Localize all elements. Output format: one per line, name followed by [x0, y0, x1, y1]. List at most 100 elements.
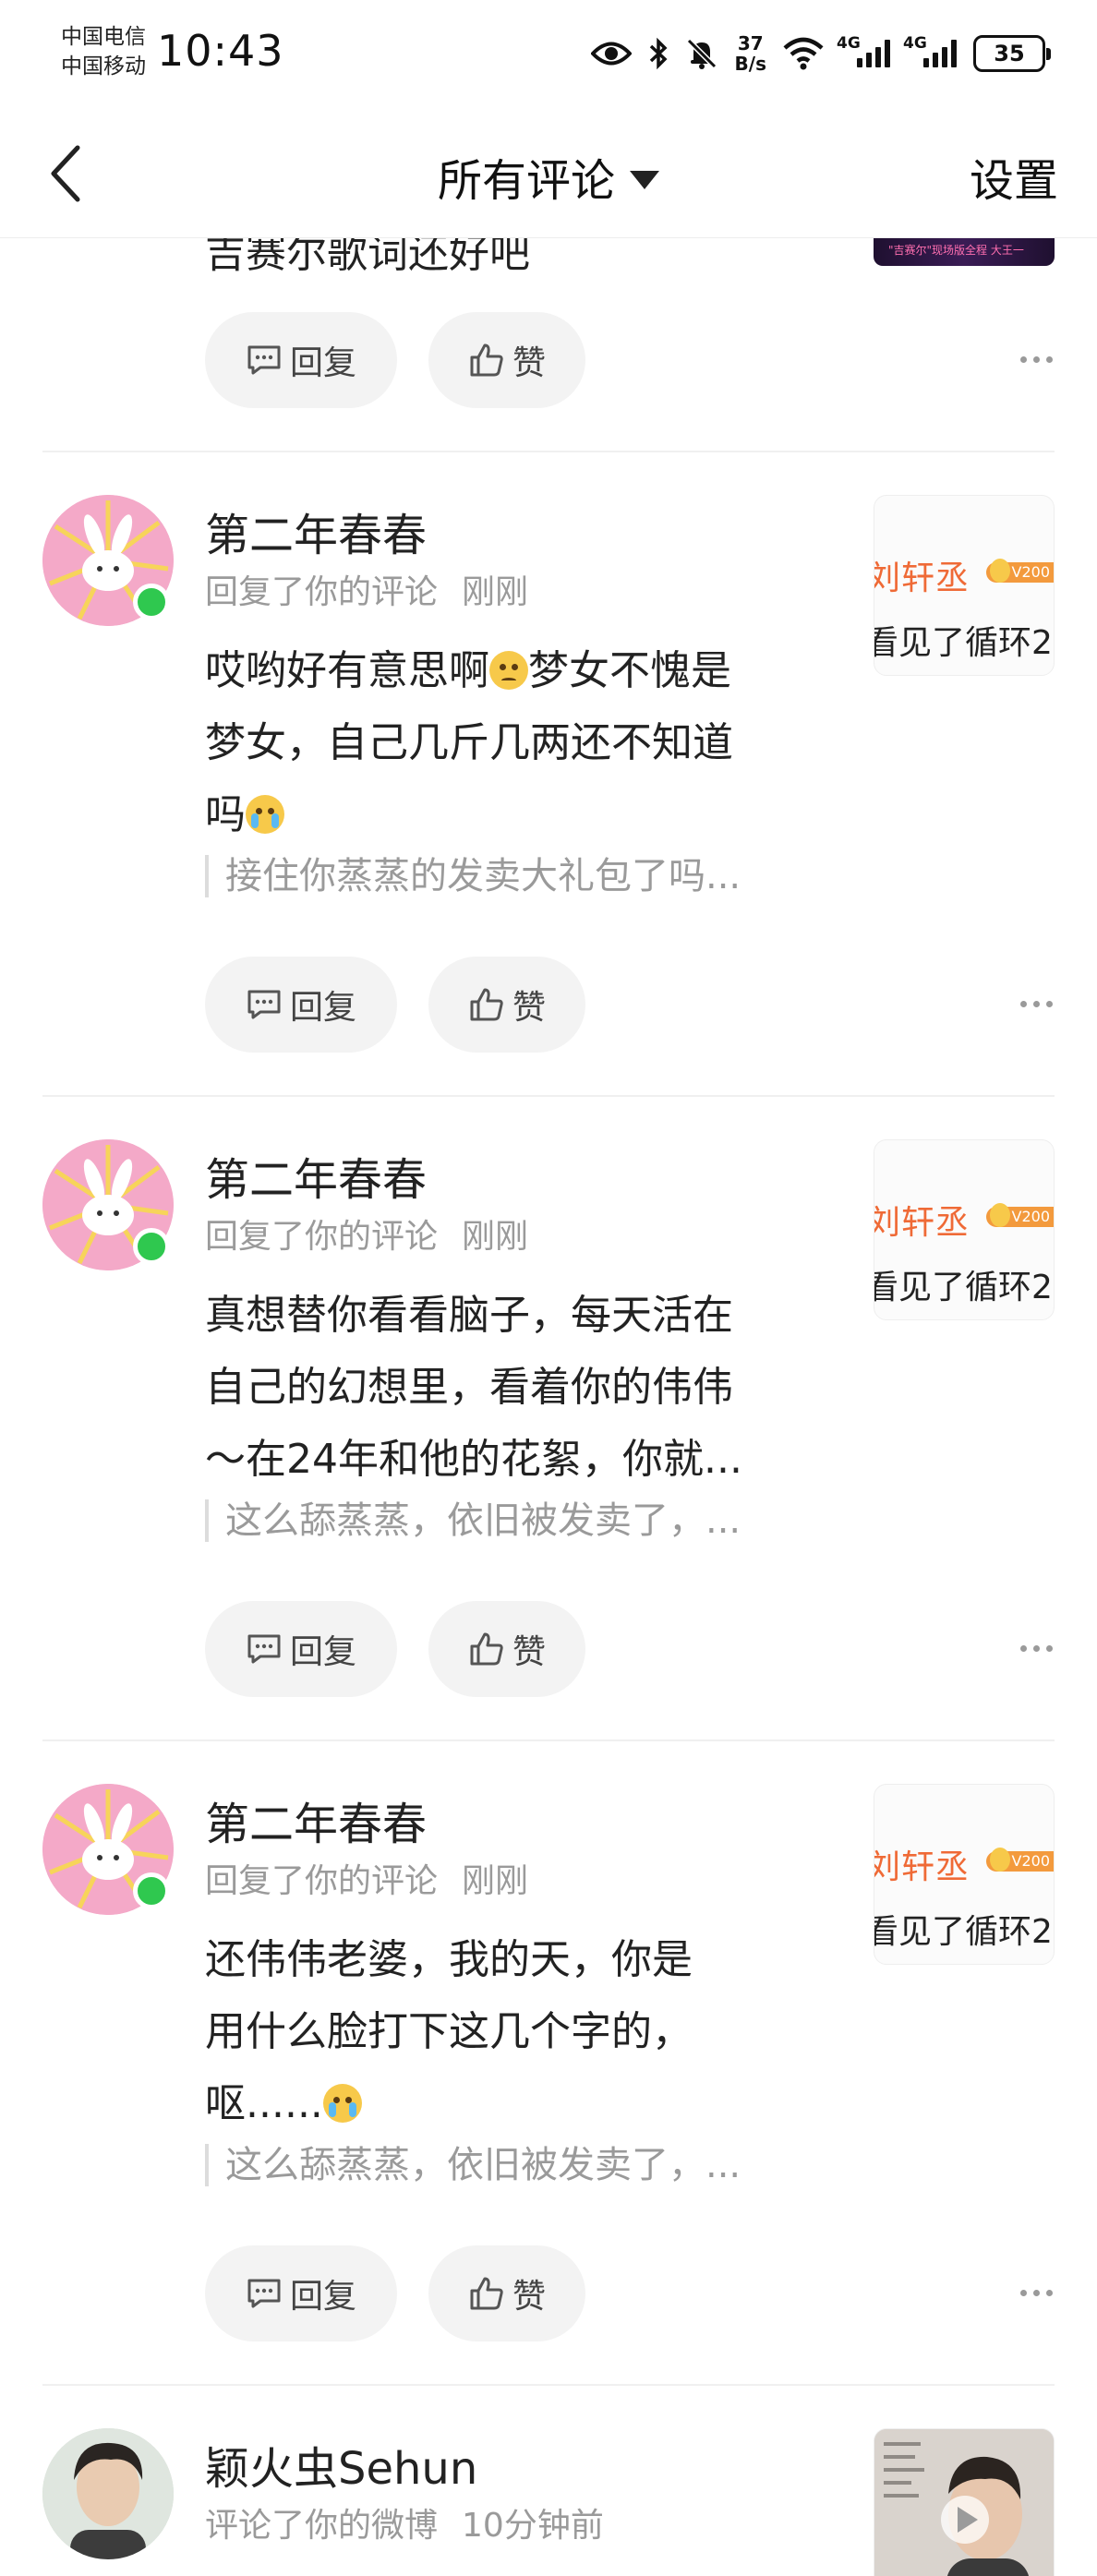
notification-list: 吉赛尔歌词还好吧 "吉赛尔"现场版全程 大王一 回复 赞 第二年春春 回复了你的…: [0, 238, 1097, 2576]
reply-button[interactable]: 回复: [205, 2245, 397, 2341]
comment-body[interactable]: 还伟伟老婆，我的天，你是 用什么脸打下这几个字的， 呕......: [205, 1924, 814, 2140]
divider: [42, 2384, 1055, 2386]
comment-text: 梦女，自己几斤几两还不知道: [205, 719, 733, 766]
reply-button[interactable]: 回复: [205, 957, 397, 1053]
thumb-text: 看见了循环2: [874, 1269, 1053, 1306]
action-text: 回复了你的评论: [205, 1862, 439, 1900]
filter-dropdown[interactable]: 所有评论: [0, 144, 1097, 209]
like-button[interactable]: 赞: [428, 312, 585, 408]
username[interactable]: 颖火虫Sehun: [205, 2432, 477, 2497]
reply-label: 回复: [289, 989, 356, 1027]
battery-level: 35: [994, 41, 1025, 66]
thumb-badge: V200: [985, 559, 1054, 583]
thumb-text: 看见了循环2: [874, 1913, 1053, 1951]
like-button[interactable]: 赞: [428, 2245, 585, 2341]
notification-meta: 回复了你的评论 刚刚: [205, 565, 528, 613]
username[interactable]: 第二年春春: [205, 499, 427, 563]
timestamp: 刚刚: [462, 573, 529, 611]
net-speed-value: 37: [737, 32, 764, 54]
reply-button[interactable]: 回复: [205, 312, 397, 408]
comment-text: 还伟伟老婆，我的天，你是: [205, 1936, 693, 1983]
action-text: 回复了你的评论: [205, 1218, 439, 1256]
timestamp: 刚刚: [462, 1862, 529, 1900]
reply-label: 回复: [289, 344, 356, 382]
thumb-text: 刘轩丞: [874, 560, 970, 597]
avatar[interactable]: [42, 2428, 174, 2559]
timestamp: 10分钟前: [462, 2507, 604, 2545]
comment-text: 梦女不愧是: [528, 647, 731, 694]
like-button[interactable]: 赞: [428, 957, 585, 1053]
like-label: 赞: [512, 2278, 546, 2316]
online-status-dot: [133, 1228, 170, 1265]
thumb-badge: V200: [985, 1848, 1054, 1872]
status-bar: 中国电信 中国移动 10:43 37 B/s 4G 4G 35: [0, 0, 1097, 111]
sim1-type: 4G: [837, 34, 861, 53]
online-status-dot: [133, 584, 170, 620]
comment-icon: [247, 2279, 281, 2308]
partial-thumbnail[interactable]: "吉赛尔"现场版全程 大王一: [874, 238, 1055, 266]
comment-text: 真想替你看看脑子，每天活在: [205, 1292, 733, 1339]
comment-text: 呕......: [205, 2080, 323, 2127]
carrier-2: 中国移动: [61, 54, 146, 78]
more-options-button[interactable]: [1008, 1634, 1064, 1662]
more-options-button[interactable]: [1008, 345, 1064, 373]
post-thumbnail[interactable]: 刘轩丞 V200 看见了循环2: [874, 1784, 1055, 1965]
thumbs-up-icon: [470, 343, 503, 377]
comment-text: 用什么脸打下这几个字的，: [205, 2008, 693, 2055]
battery-icon: 35: [973, 35, 1051, 72]
comment-body[interactable]: 真想替你看看脑子，每天活在 自己的幻想里，看着你的伟伟 ～在24年和他的花絮，你…: [205, 1280, 814, 1496]
quoted-comment[interactable]: 接住你蒸蒸的发卖大礼包了吗...: [205, 855, 851, 897]
status-icons: 37 B/s 4G 4G 35: [590, 28, 1051, 79]
eye-icon: [590, 40, 632, 67]
reply-label: 回复: [289, 2278, 356, 2316]
thumb-text: 看见了循环2: [874, 624, 1053, 662]
settings-button[interactable]: 设置: [970, 144, 1058, 209]
comment-text: 哎哟好有意思啊: [205, 647, 489, 694]
more-options-button[interactable]: [1008, 990, 1064, 1017]
action-text: 回复了你的评论: [205, 573, 439, 611]
timestamp: 刚刚: [462, 1218, 529, 1256]
username[interactable]: 第二年春春: [205, 1143, 427, 1208]
post-thumbnail[interactable]: 刘轩丞 V200 看见了循环2: [874, 495, 1055, 676]
crying-emoji-icon: [322, 2084, 362, 2123]
signal-sim2-icon: 4G: [903, 34, 957, 67]
quoted-comment[interactable]: 这么舔蒸蒸，依旧被发卖了，...: [205, 2144, 851, 2186]
divider: [42, 1739, 1055, 1741]
nervous-emoji-icon: [489, 651, 528, 690]
carrier-names: 中国电信 中国移动: [61, 22, 146, 81]
video-frame: [874, 2429, 1054, 2576]
post-thumbnail[interactable]: 刘轩丞 V200 看见了循环2: [874, 1139, 1055, 1320]
thumbs-up-icon: [470, 988, 503, 1021]
notification-meta: 回复了你的评论 刚刚: [205, 1854, 528, 1902]
notification-item[interactable]: 第二年春春 回复了你的评论 刚刚 哎哟好有意思啊 梦女不愧是 梦女，自己几斤几两还不…: [0, 495, 1097, 897]
like-label: 赞: [512, 344, 546, 382]
wifi-icon: [783, 37, 824, 70]
notification-item[interactable]: 第二年春春 回复了你的评论 刚刚 真想替你看看脑子，每天活在 自己的幻想里，看着你…: [0, 1139, 1097, 1542]
action-text: 评论了你的微博: [205, 2507, 439, 2545]
notification-item[interactable]: 颖火虫Sehun 评论了你的微博 10分钟前: [0, 2428, 1097, 2576]
divider: [42, 451, 1055, 452]
quoted-comment[interactable]: 这么舔蒸蒸，依旧被发卖了，...: [205, 1499, 851, 1542]
thumbs-up-icon: [470, 2277, 503, 2310]
action-row: 回复 赞: [205, 312, 1064, 408]
video-thumbnail[interactable]: [874, 2428, 1055, 2576]
clock: 10:43: [157, 26, 284, 76]
online-status-dot: [133, 1872, 170, 1909]
username[interactable]: 第二年春春: [205, 1788, 427, 1852]
comment-text: 自己的幻想里，看着你的伟伟: [205, 1364, 733, 1411]
more-options-button[interactable]: [1008, 2279, 1064, 2306]
bluetooth-icon: [648, 37, 669, 70]
thumb-badge: V200: [985, 1203, 1054, 1227]
net-speed-unit: B/s: [734, 53, 766, 75]
like-button[interactable]: 赞: [428, 1601, 585, 1697]
comment-body[interactable]: 哎哟好有意思啊 梦女不愧是 梦女，自己几斤几两还不知道 吗: [205, 635, 814, 851]
comment-icon: [247, 990, 281, 1019]
comment-text: 吗: [205, 791, 246, 838]
notification-meta: 评论了你的微博 10分钟前: [205, 2498, 604, 2546]
reply-button[interactable]: 回复: [205, 1601, 397, 1697]
thumb-text: 刘轩丞: [874, 1848, 970, 1886]
action-row: 回复 赞: [205, 957, 1064, 1053]
thumbs-up-icon: [470, 1632, 503, 1666]
notification-item[interactable]: 第二年春春 回复了你的评论 刚刚 还伟伟老婆，我的天，你是 用什么脸打下这几个字的…: [0, 1784, 1097, 2186]
nav-bar: 所有评论 设置: [0, 111, 1097, 238]
